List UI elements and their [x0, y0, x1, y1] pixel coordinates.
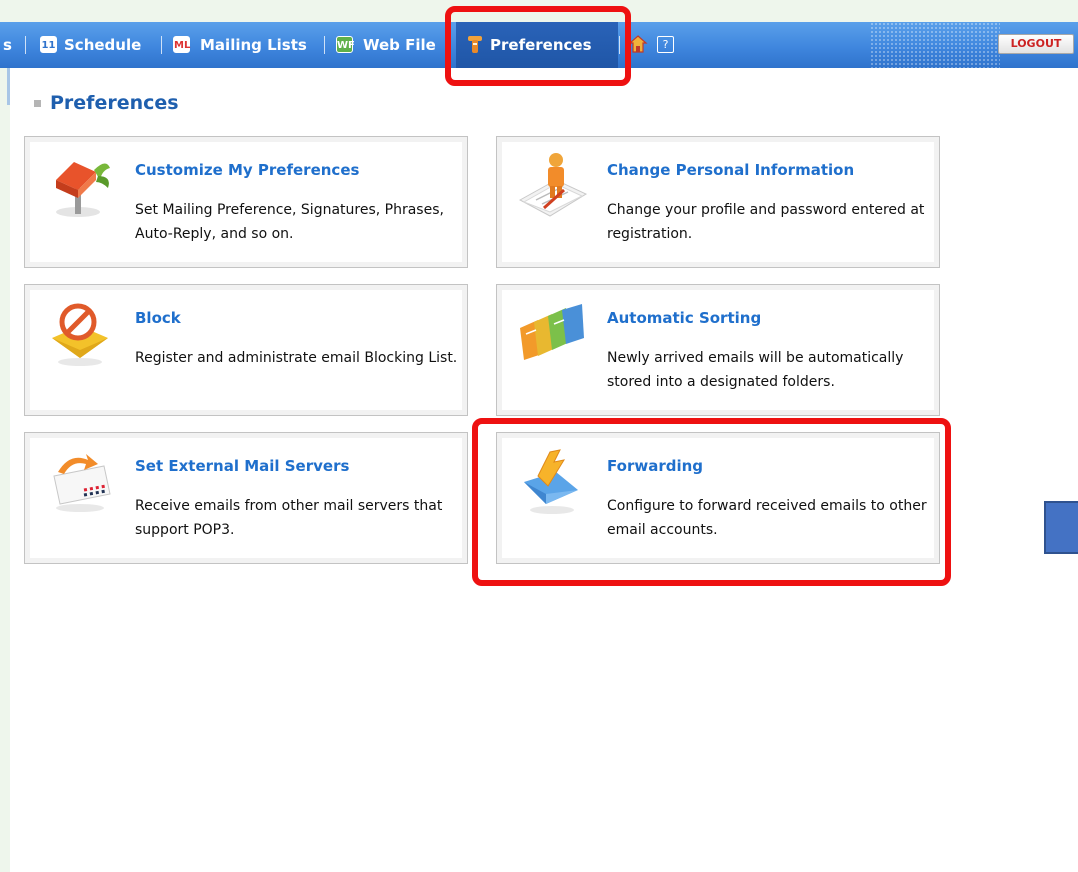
card-title[interactable]: Set External Mail Servers — [135, 457, 349, 475]
card-title[interactable]: Change Personal Information — [607, 161, 854, 179]
card-external-mail-servers[interactable]: Set External Mail Servers Receive emails… — [24, 432, 468, 564]
mailbox-icon — [56, 162, 110, 217]
card-description: Register and administrate email Blocking… — [135, 350, 458, 366]
person-profile-icon — [518, 153, 588, 217]
card-title[interactable]: Customize My Preferences — [135, 161, 359, 179]
home-icon[interactable] — [628, 34, 648, 54]
folders-icon — [520, 304, 584, 360]
card-title[interactable]: Automatic Sorting — [607, 309, 761, 327]
nav-item-partial[interactable]: s — [3, 22, 12, 68]
block-mail-icon — [52, 303, 108, 366]
nav-separator — [25, 36, 26, 54]
web-file-icon: WF — [336, 36, 355, 53]
card-description: Change your profile and password entered… — [607, 202, 925, 242]
card-automatic-sorting[interactable]: Automatic Sorting Newly arrived emails w… — [496, 284, 940, 416]
nav-item-mailing-lists[interactable]: Mailing Lists — [200, 22, 307, 68]
blue-overlay-box — [1044, 501, 1078, 554]
card-description: Set Mailing Preference, Signatures, Phra… — [135, 202, 444, 242]
nav-separator — [324, 36, 325, 54]
card-change-personal-info[interactable]: Change Personal Information Change your … — [496, 136, 940, 268]
card-description: Newly arrived emails will be automatical… — [607, 350, 904, 390]
card-customize-preferences[interactable]: Customize My Preferences Set Mailing Pre… — [24, 136, 468, 268]
left-accent-rule — [7, 68, 10, 105]
nav-pattern — [870, 22, 1000, 68]
calendar-icon: 11 — [40, 36, 57, 53]
mailing-list-icon: ML — [173, 36, 190, 53]
nav-item-schedule[interactable]: Schedule — [64, 22, 141, 68]
nav-item-web-file[interactable]: Web File — [363, 22, 436, 68]
title-bullet — [34, 100, 41, 107]
card-title[interactable]: Block — [135, 309, 181, 327]
card-description: Receive emails from other mail servers t… — [135, 498, 443, 538]
highlight-box-forwarding — [472, 418, 951, 586]
external-mail-icon — [53, 454, 111, 512]
nav-separator — [161, 36, 162, 54]
help-icon[interactable]: ? — [657, 36, 674, 53]
highlight-box-preferences — [445, 6, 631, 86]
page-title: Preferences — [50, 92, 179, 114]
logout-button[interactable]: LOGOUT — [998, 34, 1074, 54]
page: s 11 Schedule ML Mailing Lists WF Web Fi… — [0, 0, 1078, 872]
card-block[interactable]: Block Register and administrate email Bl… — [24, 284, 468, 416]
